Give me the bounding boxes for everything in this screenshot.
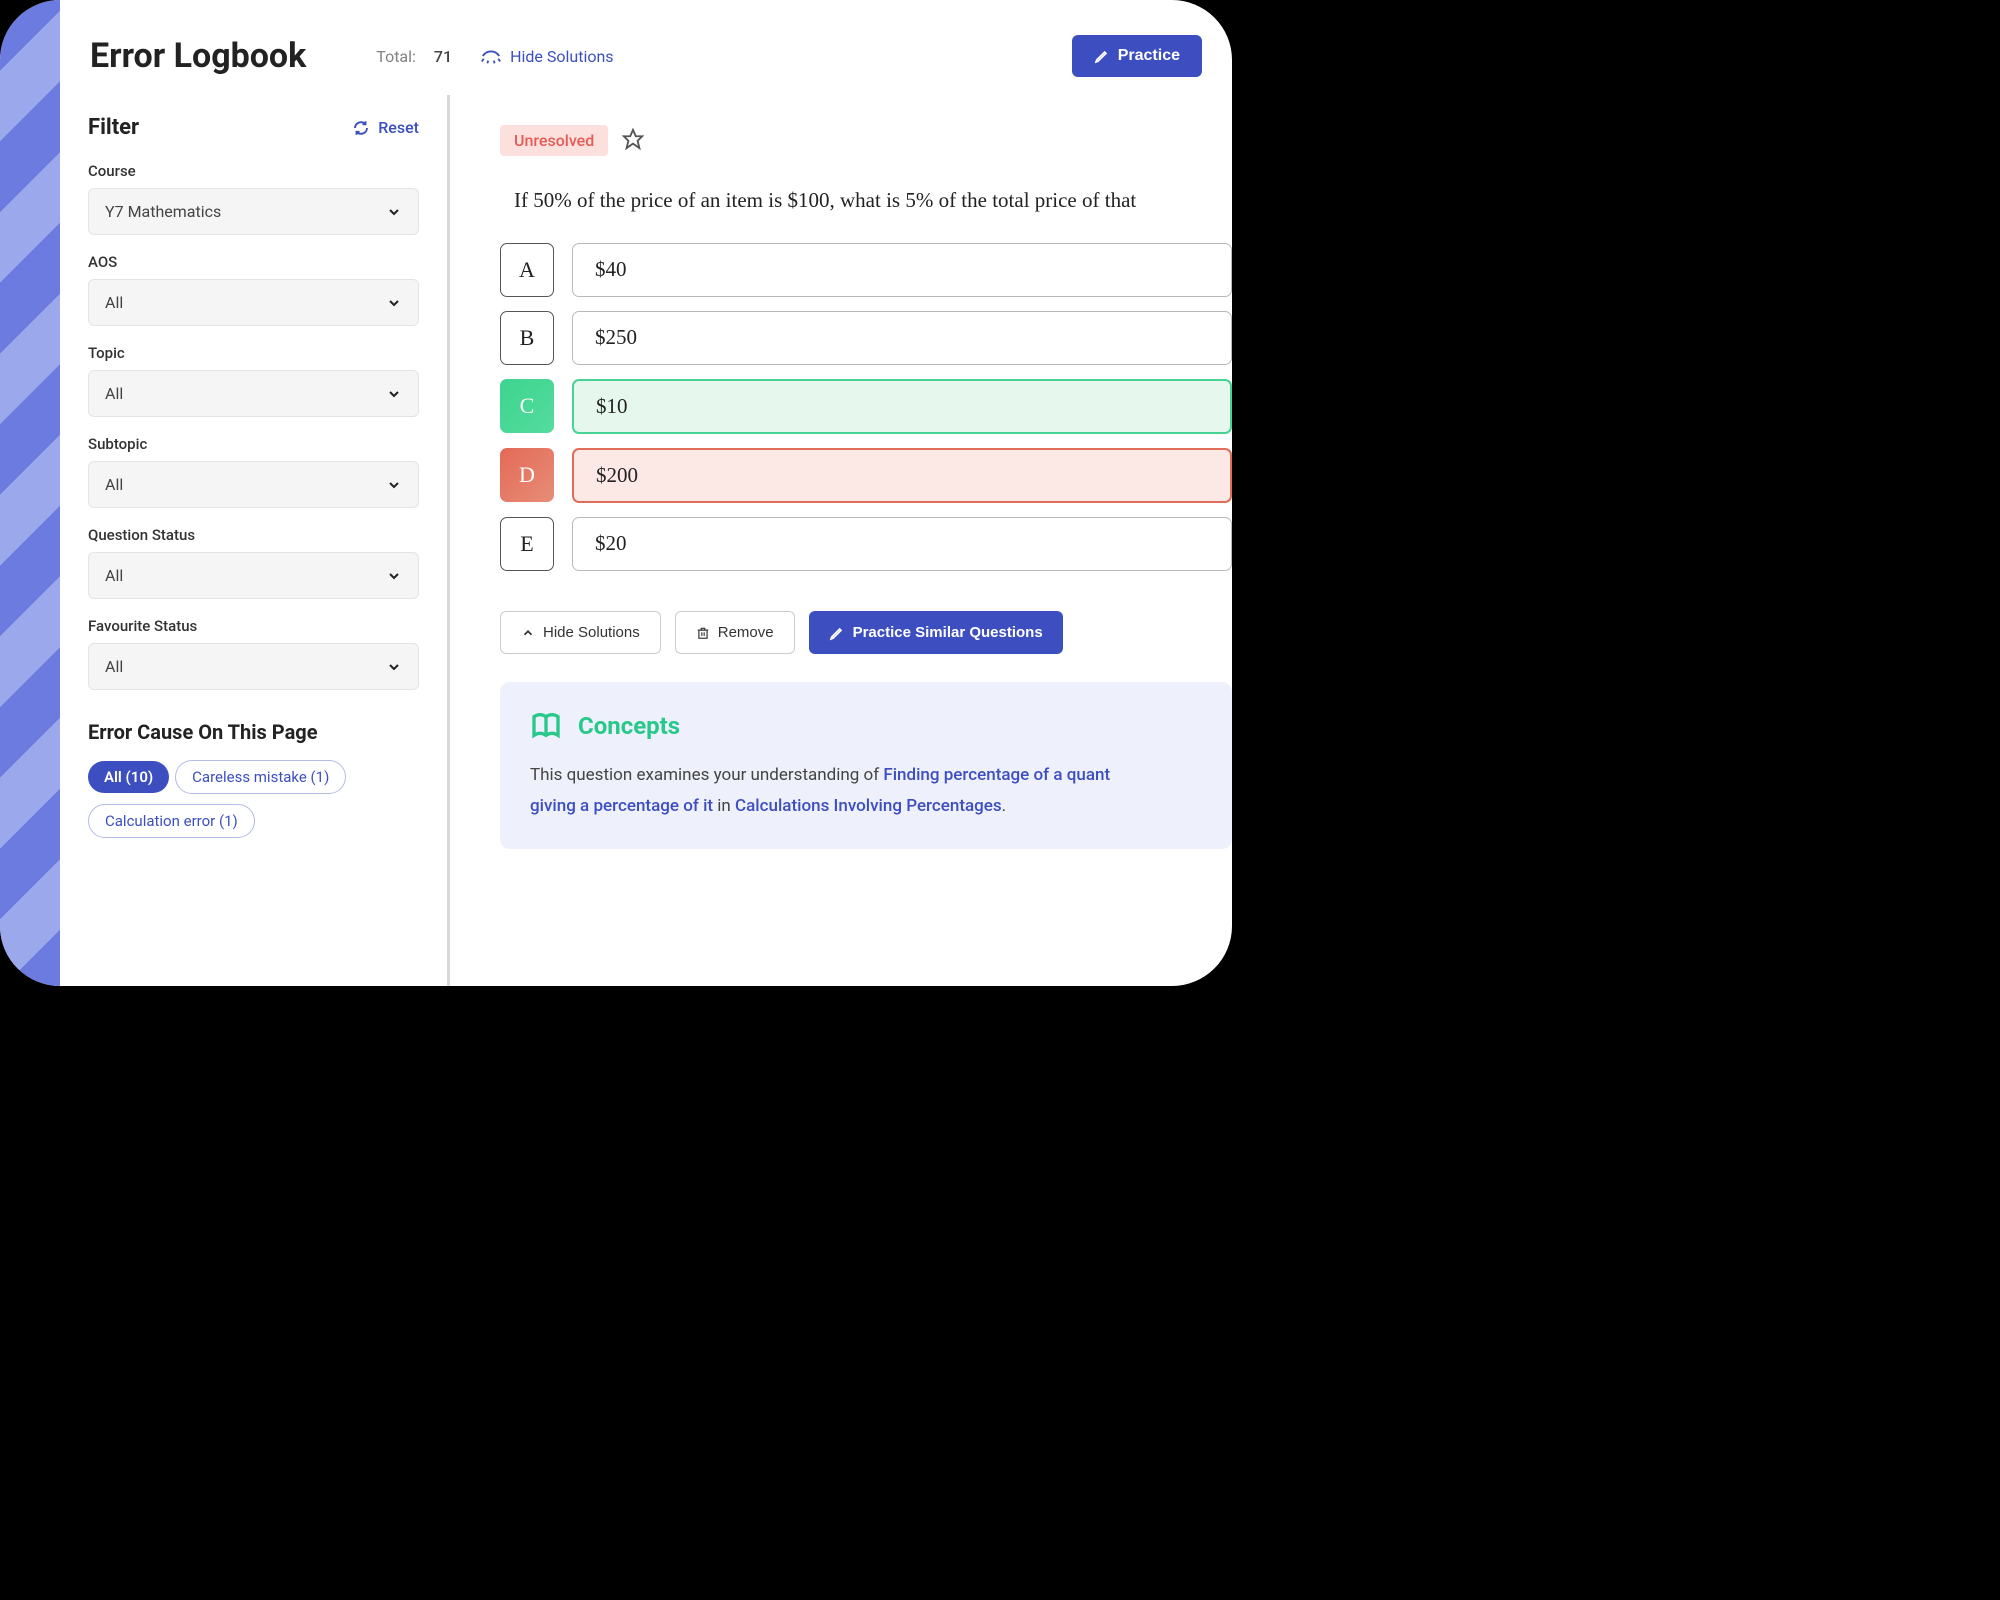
chevron-down-icon: [386, 386, 402, 402]
chevron-down-icon: [386, 477, 402, 493]
answer-letter: D: [500, 448, 554, 502]
concepts-title: Concepts: [578, 712, 680, 740]
main-area: Error Logbook Total: 71 Hide Solutions P…: [60, 0, 1232, 986]
filter-title: Filter: [88, 115, 139, 140]
reset-button[interactable]: Reset: [352, 118, 419, 137]
pencil-icon: [829, 625, 845, 641]
practice-similar-button[interactable]: Practice Similar Questions: [809, 611, 1063, 654]
answer-letter: C: [500, 379, 554, 433]
answer-letter: E: [500, 517, 554, 571]
star-icon: [622, 128, 644, 150]
header: Error Logbook Total: 71 Hide Solutions P…: [60, 0, 1232, 95]
answer-text: $10: [572, 379, 1232, 434]
answer-text: $20: [572, 517, 1232, 571]
concept-link-1[interactable]: Finding percentage of a quant: [883, 765, 1110, 785]
chevron-down-icon: [386, 568, 402, 584]
app-frame: Error Logbook Total: 71 Hide Solutions P…: [0, 0, 1232, 986]
hide-solutions-button[interactable]: Hide Solutions: [500, 611, 661, 654]
concepts-head: Concepts: [530, 710, 1202, 742]
favourite-star[interactable]: [622, 128, 644, 154]
answer-row[interactable]: C $10: [500, 379, 1232, 434]
filter-head: Filter Reset: [88, 115, 419, 140]
pencil-icon: [1094, 48, 1110, 64]
concepts-text: This question examines your understandin…: [530, 760, 1202, 821]
total-label: Total:: [376, 47, 416, 66]
filter-select-question status[interactable]: All: [88, 552, 419, 599]
concept-link-2[interactable]: Calculations Involving Percentages: [735, 796, 1002, 816]
filter-select-aos[interactable]: All: [88, 279, 419, 326]
answer-row[interactable]: D $200: [500, 448, 1232, 503]
answer-text: $250: [572, 311, 1232, 365]
answer-row[interactable]: A $40: [500, 243, 1232, 297]
answer-letter: B: [500, 311, 554, 365]
answer-text: $200: [572, 448, 1232, 503]
error-cause-pill[interactable]: Calculation error (1): [88, 804, 255, 838]
status-tag: Unresolved: [500, 125, 608, 156]
filter-select-course[interactable]: Y7 Mathematics: [88, 188, 419, 235]
chevron-down-icon: [386, 204, 402, 220]
filter-label-1: AOS: [88, 253, 419, 271]
content: Unresolved If 50% of the price of an ite…: [450, 95, 1232, 986]
refresh-icon: [352, 119, 370, 137]
filter-label-0: Course: [88, 162, 419, 180]
hide-solutions-label: Hide Solutions: [510, 47, 613, 66]
filter-select-subtopic[interactable]: All: [88, 461, 419, 508]
page-title: Error Logbook: [90, 36, 306, 76]
sidebar: Filter Reset Course Y7 Mathematics AOS A…: [60, 95, 450, 986]
chevron-up-icon: [521, 626, 535, 640]
filter-select-topic[interactable]: All: [88, 370, 419, 417]
concepts-box: Concepts This question examines your und…: [500, 682, 1232, 849]
error-cause-pill[interactable]: Careless mistake (1): [175, 760, 346, 794]
action-row: Hide Solutions Remove Practice Similar Q…: [500, 611, 1232, 654]
trash-icon: [696, 626, 710, 640]
filter-select-favourite status[interactable]: All: [88, 643, 419, 690]
filter-label-4: Question Status: [88, 526, 419, 544]
answer-letter: A: [500, 243, 554, 297]
book-icon: [530, 710, 562, 742]
practice-button[interactable]: Practice: [1072, 35, 1202, 77]
filter-label-5: Favourite Status: [88, 617, 419, 635]
total-value: 71: [434, 47, 452, 66]
answer-text: $40: [572, 243, 1232, 297]
status-row: Unresolved: [500, 125, 1232, 156]
answer-row[interactable]: E $20: [500, 517, 1232, 571]
filter-label-3: Subtopic: [88, 435, 419, 453]
chevron-down-icon: [386, 659, 402, 675]
concept-link-mid[interactable]: giving a percentage of it: [530, 796, 713, 816]
question-text: If 50% of the price of an item is $100, …: [500, 188, 1232, 213]
accent-bar: [0, 0, 60, 986]
error-cause-pill[interactable]: All (10): [88, 761, 169, 793]
answers-list: A $40 B $250 C $10 D $200 E $20: [500, 243, 1232, 571]
hide-solutions-top[interactable]: Hide Solutions: [480, 45, 613, 67]
header-stats: Total: 71 Hide Solutions: [376, 45, 613, 67]
error-cause-title: Error Cause On This Page: [88, 720, 419, 744]
filter-label-2: Topic: [88, 344, 419, 362]
chevron-down-icon: [386, 295, 402, 311]
body: Filter Reset Course Y7 Mathematics AOS A…: [60, 95, 1232, 986]
eye-closed-icon: [480, 45, 502, 67]
remove-button[interactable]: Remove: [675, 611, 795, 654]
answer-row[interactable]: B $250: [500, 311, 1232, 365]
